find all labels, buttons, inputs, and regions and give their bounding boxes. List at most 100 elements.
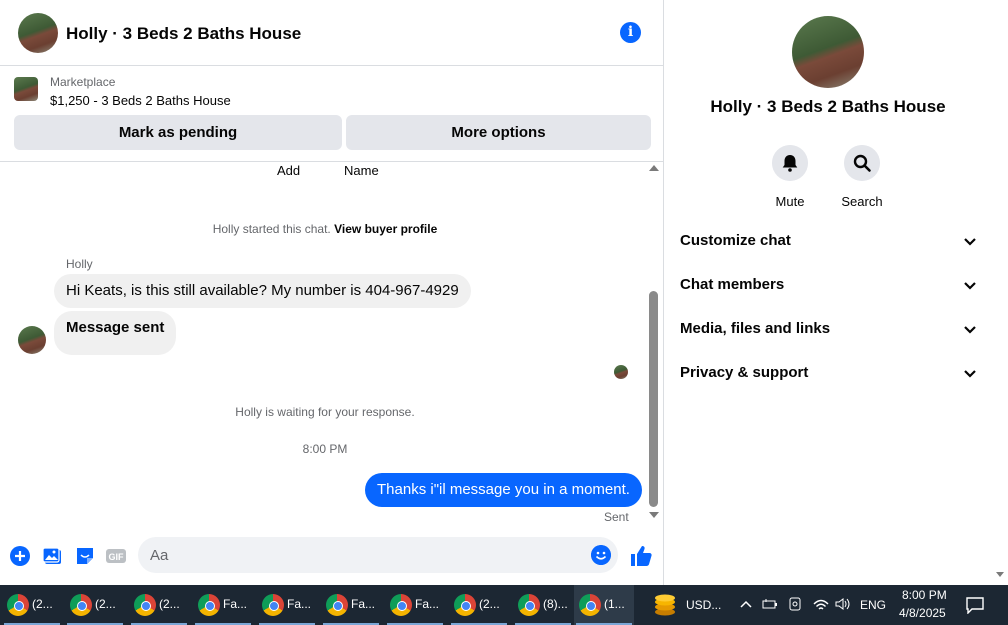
listing-title[interactable]: $1,250 - 3 Beds 2 Baths House	[50, 93, 231, 108]
listing-thumbnail[interactable]	[14, 77, 38, 101]
message-composer: GIF	[0, 532, 664, 585]
section-label: Customize chat	[680, 232, 791, 249]
chrome-icon	[390, 594, 412, 616]
taskbar-label: Fa...	[415, 597, 440, 611]
cutoff-text-name: Name	[344, 163, 379, 178]
chat-header: Holly · 3 Beds 2 Baths House i	[0, 0, 664, 66]
taskbar-chrome-window[interactable]: Fa...	[257, 585, 317, 625]
message-input[interactable]	[150, 537, 590, 573]
message-thread: Add Name Holly started this chat. View b…	[0, 162, 664, 532]
chrome-icon	[134, 594, 156, 616]
marketplace-card: Marketplace $1,250 - 3 Beds 2 Baths Hous…	[0, 66, 664, 162]
search-icon[interactable]	[844, 145, 880, 181]
taskbar-label: (8)...	[543, 597, 568, 611]
section-privacy-support[interactable]: Privacy & support	[680, 352, 980, 396]
chat-title[interactable]: Holly · 3 Beds 2 Baths House	[66, 24, 301, 44]
message-status: Sent	[604, 510, 629, 524]
scroll-thumb[interactable]	[649, 291, 658, 507]
windows-taskbar: (2... (2... (2... Fa... Fa... Fa... Fa..…	[0, 585, 1008, 625]
photo-icon[interactable]	[42, 545, 64, 567]
weather-widget-label[interactable]: USD...	[686, 598, 721, 612]
mute-button[interactable]: Mute	[760, 145, 820, 209]
chat-avatar[interactable]	[18, 13, 58, 53]
wifi-icon[interactable]	[812, 596, 830, 612]
taskbar-chrome-window[interactable]: Fa...	[193, 585, 253, 625]
marketplace-label: Marketplace	[50, 75, 116, 89]
taskbar-chrome-window[interactable]: (2...	[129, 585, 189, 625]
volume-icon[interactable]	[834, 596, 852, 612]
svg-text:GIF: GIF	[109, 552, 125, 562]
taskbar-chrome-window[interactable]: (2...	[2, 585, 62, 625]
chrome-icon	[454, 594, 476, 616]
section-chat-members[interactable]: Chat members	[680, 264, 980, 308]
section-customize-chat[interactable]: Customize chat	[680, 220, 980, 264]
section-label: Chat members	[680, 276, 785, 293]
taskbar-chrome-window[interactable]: (2...	[449, 585, 509, 625]
scroll-up-arrow-icon[interactable]	[649, 165, 659, 171]
clock-date[interactable]: 4/8/2025	[899, 606, 946, 620]
battery-icon[interactable]	[762, 597, 778, 611]
currency-coins-icon[interactable]	[652, 593, 678, 617]
chevron-down-icon[interactable]	[962, 321, 978, 337]
plus-icon[interactable]	[9, 545, 31, 567]
bell-icon[interactable]	[772, 145, 808, 181]
section-label: Media, files and links	[680, 320, 831, 337]
mark-as-pending-button[interactable]: Mark as pending	[14, 115, 342, 150]
chrome-icon	[262, 594, 284, 616]
view-buyer-profile-link[interactable]: View buyer profile	[334, 222, 437, 236]
outgoing-message[interactable]: Thanks i"il message you in a moment.	[365, 473, 642, 507]
incoming-message[interactable]: Message sent	[54, 311, 177, 355]
taskbar-label: (2...	[32, 597, 53, 611]
mute-label: Mute	[775, 194, 805, 209]
cutoff-text-add: Add	[277, 163, 301, 178]
chevron-down-icon[interactable]	[962, 277, 978, 293]
section-media-files-links[interactable]: Media, files and links	[680, 308, 980, 352]
taskbar-label: (1...	[604, 597, 625, 611]
message-input-wrapper	[138, 537, 618, 573]
taskbar-chrome-window-active[interactable]: (1...	[574, 585, 634, 625]
chevron-down-icon[interactable]	[962, 233, 978, 249]
sender-name: Holly	[66, 257, 93, 271]
notification-icon[interactable]	[965, 596, 985, 614]
taskbar-chrome-window[interactable]: Fa...	[385, 585, 445, 625]
search-button[interactable]: Search	[832, 145, 892, 209]
scroll-down-arrow-icon[interactable]	[649, 512, 659, 518]
sticker-icon[interactable]	[74, 545, 96, 567]
message-timestamp: 8:00 PM	[302, 442, 348, 456]
thread-scrollbar[interactable]	[648, 165, 660, 522]
taskbar-label: (2...	[159, 597, 180, 611]
clock-time[interactable]: 8:00 PM	[902, 588, 947, 602]
chevron-down-icon[interactable]	[962, 365, 978, 381]
taskbar-chrome-window[interactable]: Fa...	[321, 585, 381, 625]
taskbar-label: Fa...	[223, 597, 248, 611]
conversation-details-pane: Holly · 3 Beds 2 Baths House Mute Search…	[664, 0, 1008, 585]
taskbar-chrome-window[interactable]: (2...	[65, 585, 125, 625]
chat-start-note: Holly started this chat. View buyer prof…	[0, 222, 650, 236]
taskbar-chrome-window[interactable]: (8)...	[513, 585, 573, 625]
language-indicator[interactable]: ENG	[860, 598, 886, 612]
gif-icon[interactable]: GIF	[105, 545, 127, 567]
chrome-icon	[7, 594, 29, 616]
info-icon[interactable]: i	[620, 22, 641, 43]
waiting-note: Holly is waiting for your response.	[235, 405, 415, 419]
search-label: Search	[841, 194, 883, 209]
chrome-icon	[70, 594, 92, 616]
read-receipt-avatar	[614, 365, 628, 379]
chrome-icon	[579, 594, 601, 616]
taskbar-label: Fa...	[351, 597, 376, 611]
taskbar-label: Fa...	[287, 597, 312, 611]
chevron-up-icon[interactable]	[740, 599, 752, 609]
thumbs-up-icon[interactable]	[629, 544, 653, 568]
emoji-icon[interactable]	[591, 545, 611, 565]
chat-pane: Holly · 3 Beds 2 Baths House i Marketpla…	[0, 0, 664, 585]
chrome-icon	[198, 594, 220, 616]
more-options-button[interactable]: More options	[346, 115, 651, 150]
chrome-icon	[326, 594, 348, 616]
scroll-down-arrow-icon[interactable]	[996, 572, 1004, 577]
details-avatar[interactable]	[792, 16, 864, 88]
camera-icon[interactable]	[788, 596, 802, 612]
incoming-message[interactable]: Hi Keats, is this still available? My nu…	[54, 274, 471, 308]
sender-avatar[interactable]	[18, 326, 46, 354]
chrome-icon	[518, 594, 540, 616]
details-title: Holly · 3 Beds 2 Baths House	[710, 97, 946, 116]
